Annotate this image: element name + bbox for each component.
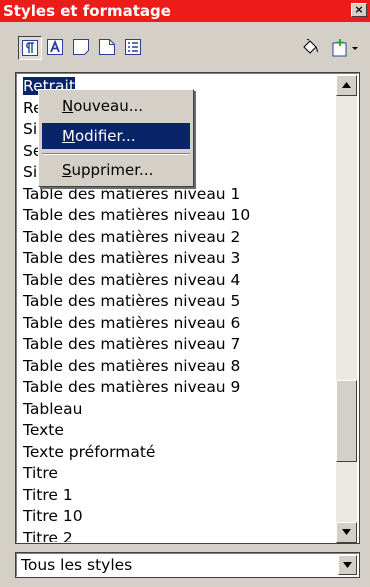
window-title-bar: Styles et formatage × [0, 0, 370, 22]
style-list-item[interactable]: Table des matières niveau 5 [19, 291, 335, 313]
menu-item-delete[interactable]: Supprimer... [42, 157, 190, 183]
style-list-item[interactable]: Texte préformaté [19, 442, 335, 464]
style-toolbar [0, 26, 370, 66]
dropdown-button[interactable] [338, 555, 357, 575]
style-list-item[interactable]: Table des matières niveau 4 [19, 270, 335, 292]
character-styles-icon [47, 39, 63, 55]
new-style-from-selection-icon [332, 39, 358, 57]
style-list-item[interactable]: Table des matières niveau 3 [19, 248, 335, 270]
style-list-item[interactable]: Titre [19, 463, 335, 485]
window-title: Styles et formatage [3, 2, 171, 20]
style-list-item[interactable]: Titre 2 [19, 528, 335, 543]
scroll-up-button[interactable] [336, 75, 357, 96]
style-list-item[interactable]: Table des matières niveau 6 [19, 313, 335, 335]
style-list-item[interactable]: Table des matières niveau 7 [19, 334, 335, 356]
new-style-from-selection-button[interactable] [328, 36, 362, 60]
style-list-item[interactable]: Titre 10 [19, 506, 335, 528]
scroll-down-arrow-icon [342, 529, 351, 535]
scrollbar-thumb[interactable] [336, 380, 357, 462]
fill-format-mode-icon [303, 39, 318, 54]
paragraph-styles-button[interactable] [18, 36, 42, 60]
style-list-item[interactable]: Table des matières niveau 8 [19, 356, 335, 378]
paragraph-styles-icon [22, 40, 38, 56]
style-list-item[interactable]: Texte [19, 420, 335, 442]
style-list-item[interactable]: Table des matières niveau 9 [19, 377, 335, 399]
menu-item-new[interactable]: Nouveau... [42, 93, 190, 119]
page-styles-button[interactable] [96, 36, 120, 60]
chevron-down-icon [343, 562, 352, 568]
style-list-item[interactable]: Tableau [19, 399, 335, 421]
fill-format-mode-button[interactable] [298, 36, 322, 60]
page-styles-icon [99, 39, 115, 55]
context-menu: Nouveau... Modifier... Supprimer... [38, 89, 194, 187]
scroll-up-arrow-icon [342, 82, 351, 88]
menu-item-modify[interactable]: Modifier... [42, 123, 190, 149]
frame-styles-button[interactable] [70, 36, 94, 60]
list-styles-button[interactable] [122, 36, 146, 60]
scroll-down-button[interactable] [336, 522, 357, 543]
list-styles-icon [125, 39, 141, 55]
character-styles-button[interactable] [44, 36, 68, 60]
style-list-item[interactable]: Table des matières niveau 10 [19, 205, 335, 227]
style-list-scrollbar[interactable] [336, 75, 357, 543]
frame-styles-icon [73, 39, 89, 55]
style-list-item[interactable]: Titre 1 [19, 485, 335, 507]
close-button[interactable]: × [351, 3, 367, 17]
menu-separator [42, 153, 190, 155]
style-filter-value: Tous les styles [21, 556, 133, 574]
style-filter-dropdown[interactable]: Tous les styles [15, 552, 360, 578]
style-list-item[interactable]: Table des matières niveau 2 [19, 227, 335, 249]
